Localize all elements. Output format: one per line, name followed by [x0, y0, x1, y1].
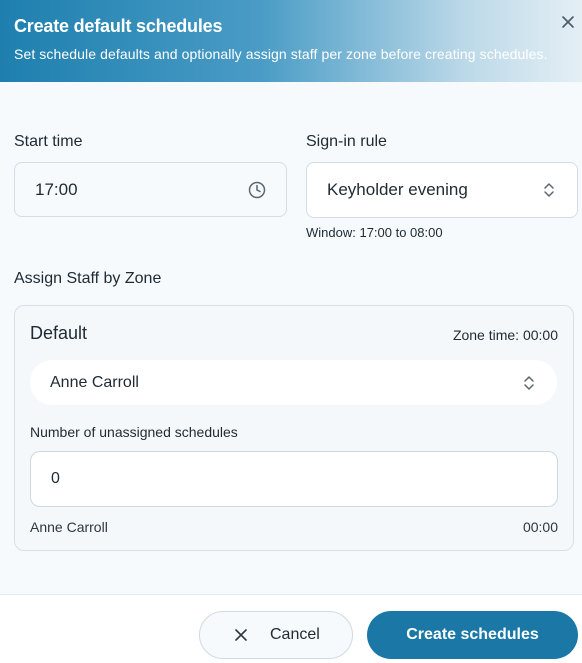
create-schedules-button[interactable]: Create schedules [367, 611, 578, 659]
dialog-footer: Cancel Create schedules [0, 594, 582, 663]
cancel-button[interactable]: Cancel [199, 611, 353, 659]
sign-in-rule-select[interactable]: Keyholder evening [306, 162, 578, 218]
chevron-updown-icon [544, 183, 554, 197]
unassigned-value: 0 [51, 470, 60, 487]
staff-select[interactable]: Anne Carroll [30, 360, 557, 405]
sign-in-rule-label: Sign-in rule [306, 133, 387, 150]
start-time-value: 17:00 [35, 179, 78, 199]
sign-in-rule-value: Keyholder evening [327, 180, 468, 199]
create-schedules-label: Create schedules [406, 626, 539, 643]
staff-select-value: Anne Carroll [50, 373, 139, 391]
zone-footer-staff: Anne Carroll [30, 519, 108, 535]
clock-icon[interactable] [248, 181, 266, 199]
dialog-subtitle: Set schedule defaults and optionally ass… [14, 46, 548, 62]
close-icon[interactable] [560, 14, 576, 30]
start-time-label: Start time [14, 133, 83, 150]
unassigned-input[interactable]: 0 [30, 451, 558, 507]
cancel-button-label: Cancel [270, 626, 320, 643]
assign-section-title: Assign Staff by Zone [14, 270, 162, 287]
dialog-body: Start time 17:00 Sign-in rule Keyholder … [0, 82, 582, 594]
sign-in-window-hint: Window: 17:00 to 08:00 [306, 225, 443, 240]
zone-card: Default Zone time: 00:00 Anne Carroll Nu… [14, 305, 574, 551]
chevron-updown-icon [524, 375, 534, 390]
zone-time: Zone time: 00:00 [452, 327, 558, 343]
start-time-field[interactable]: 17:00 [14, 162, 287, 217]
zone-name: Default [30, 323, 88, 343]
dialog-header: Create default schedules Set schedule de… [0, 0, 582, 82]
close-icon [235, 629, 247, 641]
unassigned-label: Number of unassigned schedules [30, 424, 238, 440]
dialog-title: Create default schedules [14, 16, 223, 36]
zone-footer-time: 00:00 [522, 519, 558, 535]
